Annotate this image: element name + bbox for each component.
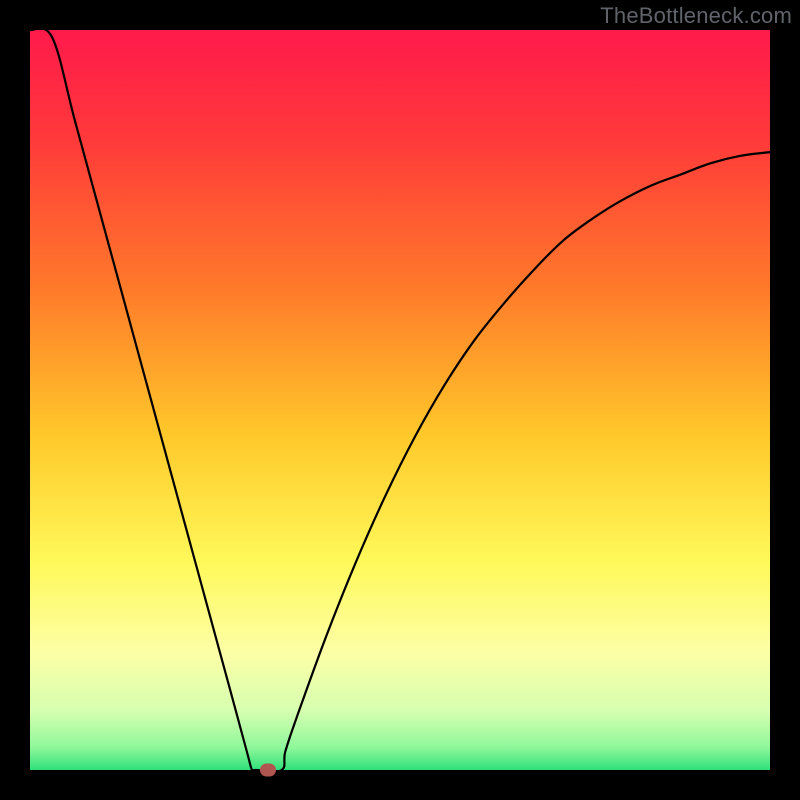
watermark-label: TheBottleneck.com: [600, 3, 792, 29]
chart-svg: [0, 0, 800, 800]
minimum-marker: [260, 764, 276, 777]
plot-area: [30, 30, 770, 770]
chart-container: TheBottleneck.com: [0, 0, 800, 800]
